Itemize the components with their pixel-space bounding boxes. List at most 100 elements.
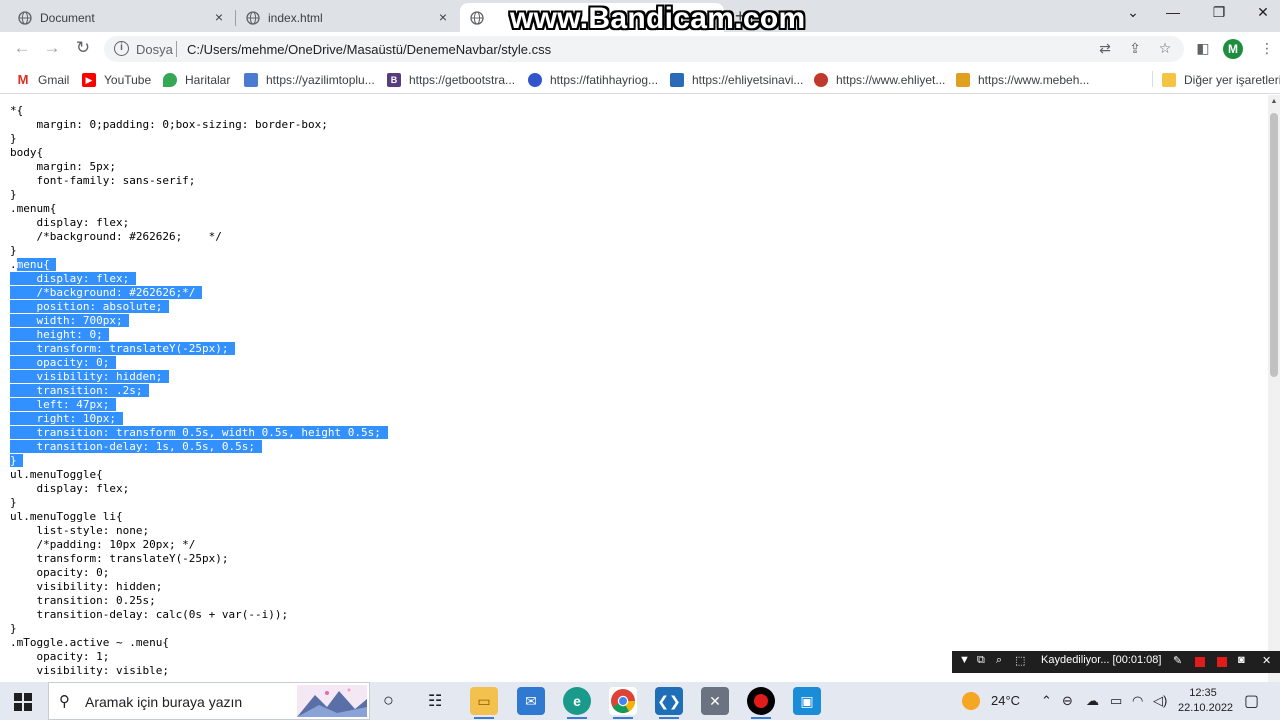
other-bookmarks[interactable]: Diğer yer işaretleri [1162, 71, 1280, 89]
side-panel-icon[interactable]: ◧ [1193, 40, 1213, 57]
code-line: .menum{ [10, 202, 388, 216]
weather-sun-icon[interactable] [962, 692, 980, 710]
info-icon[interactable]: i [114, 41, 129, 56]
zoom-icon[interactable]: ⌕ [996, 654, 1002, 667]
reload-icon[interactable]: ↻ [71, 38, 95, 60]
code-text: .mToggle.active ~ .menu{ [10, 636, 169, 649]
region-icon[interactable]: ⬚ [1015, 654, 1025, 667]
code-line: display: flex; [10, 482, 388, 496]
selected-code-text: } [10, 454, 24, 467]
active-app-indicator [474, 717, 494, 719]
close-icon[interactable]: ✕ [1262, 654, 1271, 667]
scroll-thumb[interactable] [1270, 113, 1278, 377]
clock-time: 12:35 [1189, 687, 1217, 699]
back-icon[interactable]: ← [10, 38, 34, 60]
code-line: } [10, 454, 388, 468]
minimize-icon[interactable]: — [1158, 4, 1188, 20]
selected-code-text: transition: transform 0.5s, width 0.5s, … [10, 426, 388, 439]
profile-avatar[interactable]: M [1223, 39, 1243, 59]
tab-close-icon[interactable]: × [436, 10, 450, 24]
bookmark-gmail[interactable]: M Gmail [16, 71, 69, 89]
network-status-icon[interactable]: ⊖ [1062, 693, 1073, 709]
bookmark-mebeh[interactable]: https://www.mebeh... [956, 71, 1089, 89]
globe-icon [18, 10, 32, 25]
browser-toolbar: ← → ↻ i Dosya C:/Users/mehme/OneDrive/Ma… [0, 32, 1280, 66]
code-line: .mToggle.active ~ .menu{ [10, 636, 388, 650]
tab-close-icon[interactable]: × [212, 10, 226, 24]
code-text: visibility: visible; [10, 664, 169, 677]
file-explorer-icon[interactable]: ▭ [470, 687, 498, 715]
mail-icon[interactable]: ✉ [517, 687, 545, 715]
code-line: width: 700px; [10, 314, 388, 328]
tray-chevron-up-icon[interactable]: ⌃ [1041, 693, 1052, 709]
onedrive-icon[interactable]: ☁ [1086, 693, 1099, 709]
code-line: transition: transform 0.5s, width 0.5s, … [10, 426, 388, 440]
pencil-icon[interactable]: ✎ [1173, 654, 1182, 667]
selected-code-text: /*background: #262626;*/ [10, 286, 203, 299]
volume-icon[interactable]: ◁) [1153, 693, 1167, 709]
taskbar-search-box[interactable]: ⚲ Aramak için buraya yazın [48, 682, 370, 720]
bookmark-ehliyet[interactable]: https://www.ehliyet... [814, 71, 945, 89]
notifications-icon[interactable]: ▢ [1244, 691, 1259, 711]
css-file-viewer[interactable]: *{ margin: 0;padding: 0;box-sizing: bord… [0, 95, 1268, 682]
selected-code-text: transition-delay: 1s, 0.5s, 0.5s; [10, 440, 262, 453]
window-close-icon[interactable]: ✕ [1248, 4, 1278, 21]
code-line: position: absolute; [10, 300, 388, 314]
app-icon[interactable]: ✕ [701, 687, 729, 715]
share-icon[interactable]: ⇪ [1125, 40, 1145, 57]
stop-icon[interactable] [1217, 657, 1227, 667]
menu-kebab-icon[interactable]: ⋮ [1257, 40, 1277, 57]
selected-code-text: height: 0; [10, 328, 110, 341]
tab-index-html[interactable]: index.html × [236, 3, 458, 32]
bookmark-fatihhayriog[interactable]: https://fatihhayriog... [528, 71, 658, 89]
wifi-icon[interactable]: ◠ [1132, 693, 1143, 709]
code-text: .menum{ [10, 202, 57, 215]
selected-code-text: display: flex; [10, 272, 136, 285]
bookmarks-bar: M Gmail ▶ YouTube Haritalar https://yazi… [0, 66, 1280, 94]
system-clock[interactable]: 12:35 22.10.2022 [1178, 686, 1233, 716]
address-bar[interactable]: i Dosya C:/Users/mehme/OneDrive/Masaüstü… [104, 36, 1184, 62]
pause-icon[interactable] [1195, 657, 1205, 667]
edge-icon[interactable]: e [563, 687, 591, 715]
widgets-icon[interactable]: ☷ [428, 691, 442, 711]
tab-document[interactable]: Document × [8, 3, 234, 32]
code-text: } [10, 188, 17, 201]
teams-like-app-icon[interactable]: ▣ [793, 687, 821, 715]
windows-start-icon[interactable] [14, 693, 32, 711]
vscode-icon[interactable]: ❮❯ [655, 687, 683, 715]
translate-icon[interactable]: ⇄ [1095, 40, 1115, 57]
window-mode-icon[interactable]: ⧉ [977, 654, 985, 667]
selected-code-text: position: absolute; [10, 300, 169, 313]
code-line: body{ [10, 146, 388, 160]
bookmark-star-icon[interactable]: ☆ [1155, 40, 1175, 57]
chrome-icon[interactable] [609, 687, 637, 715]
scroll-up-icon[interactable]: ▲ [1270, 98, 1278, 105]
bookmark-label: YouTube [104, 73, 152, 87]
restore-icon[interactable]: ❐ [1204, 4, 1234, 21]
weather-temp[interactable]: 24°C [991, 693, 1020, 708]
code-text: display: flex; [10, 482, 130, 495]
bookmark-youtube[interactable]: ▶ YouTube [82, 71, 151, 89]
bookmark-ehliyetsinavi[interactable]: https://ehliyetsinavi... [670, 71, 803, 89]
bookmark-getbootstrap[interactable]: B https://getbootstra... [387, 71, 515, 89]
bandicam-app-icon[interactable] [747, 687, 775, 715]
url-text[interactable]: C:/Users/mehme/OneDrive/Masaüstü/DenemeN… [187, 42, 551, 57]
code-line: } [10, 188, 388, 202]
vertical-scrollbar[interactable]: ▲ [1268, 95, 1280, 682]
battery-icon[interactable]: ▭ [1110, 693, 1122, 709]
bookmark-maps[interactable]: Haritalar [163, 71, 230, 89]
css-source-text[interactable]: *{ margin: 0;padding: 0;box-sizing: bord… [10, 104, 388, 678]
task-view-icon[interactable]: ○ [383, 690, 394, 711]
dropdown-icon[interactable]: ▼ [959, 654, 970, 666]
active-app-indicator [613, 717, 633, 719]
code-line: visibility: hidden; [10, 370, 388, 384]
tab-search-icon[interactable]: ⌄ [1118, 4, 1148, 21]
camera-icon[interactable]: ◙ [1238, 654, 1245, 666]
bookmark-yazilimtoplu[interactable]: https://yazilimtoplu... [244, 71, 375, 89]
code-line: transition-delay: calc(0s + var(--i)); [10, 608, 388, 622]
forward-icon[interactable]: → [40, 38, 64, 60]
code-text: opacity: 0; [10, 566, 110, 579]
site-icon [244, 73, 258, 87]
bootstrap-icon: B [387, 73, 401, 87]
code-line: display: flex; [10, 272, 388, 286]
